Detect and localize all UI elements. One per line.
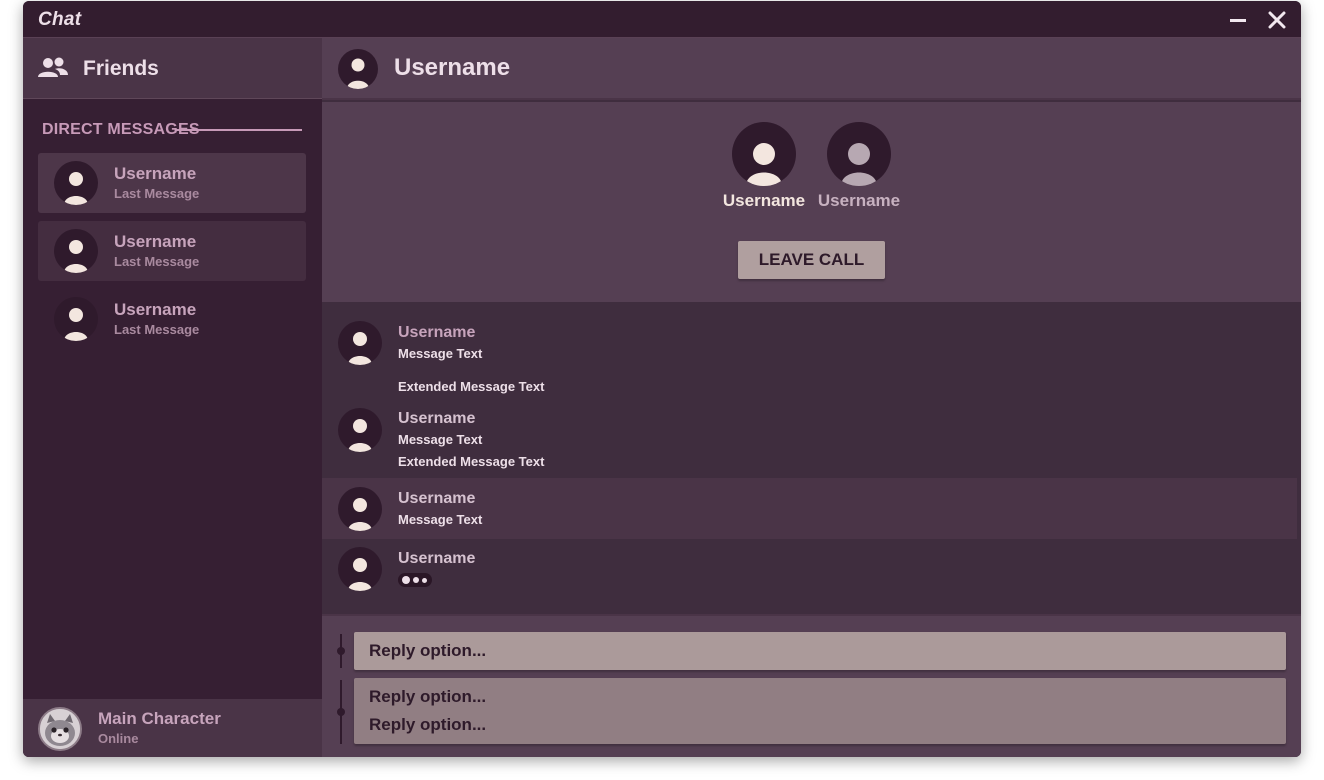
friends-button[interactable]: Friends xyxy=(23,38,322,99)
message-text: Extended Message Text xyxy=(398,454,545,469)
avatar xyxy=(54,161,98,205)
dm-item[interactable]: Username Last Message xyxy=(38,289,306,349)
user-icon xyxy=(64,308,88,341)
leave-call-button[interactable]: LEAVE CALL xyxy=(738,241,885,279)
message: Username Message Text xyxy=(322,478,1297,539)
reply-option-label: Reply option... xyxy=(369,641,487,660)
message-username: Username xyxy=(398,550,476,567)
reply-options-area: Reply option... Reply option... Reply op… xyxy=(322,614,1301,757)
avatar xyxy=(54,229,98,273)
avatar xyxy=(827,122,891,186)
user-icon xyxy=(348,558,372,591)
message-list[interactable]: Username Message Text Extended Message T… xyxy=(322,302,1301,614)
message-text: Message Text xyxy=(398,346,483,361)
chat-header-username: Username xyxy=(394,54,511,81)
user-icon xyxy=(841,143,877,186)
chat-window: Chat Friends DIRECT MESSAGES Username La… xyxy=(23,1,1301,757)
title-bar[interactable]: Chat xyxy=(23,1,1301,38)
call-participant[interactable]: Username xyxy=(719,122,809,222)
message-text: Message Text xyxy=(398,512,483,527)
call-participant-name: Username xyxy=(722,191,806,210)
dm-last-message: Last Message xyxy=(114,186,200,201)
reply-option-group[interactable]: Reply option... Reply option... xyxy=(354,678,1286,744)
typing-dot xyxy=(413,577,419,583)
message-username: Username xyxy=(398,410,476,427)
user-icon xyxy=(347,58,369,89)
typing-dot xyxy=(402,576,410,584)
message-text: Extended Message Text xyxy=(398,379,545,394)
message: Username Message Text Extended Message T… xyxy=(322,402,1301,478)
dm-username: Username xyxy=(114,232,197,251)
user-icon xyxy=(348,498,372,531)
user-icon xyxy=(348,332,372,365)
message: Username xyxy=(322,539,1301,599)
call-participant-name: Username xyxy=(817,191,901,210)
call-participant[interactable]: Username xyxy=(814,122,904,222)
user-icon xyxy=(64,240,88,273)
dm-last-message: Last Message xyxy=(114,322,200,337)
dm-last-message: Last Message xyxy=(114,254,200,269)
voice-call-panel: Username Username LEAVE CALL xyxy=(322,102,1301,302)
reply-option-label[interactable]: Reply option... xyxy=(369,687,486,707)
reply-dot xyxy=(337,647,345,655)
message-username: Username xyxy=(398,324,476,341)
avatar[interactable] xyxy=(338,408,382,452)
dm-item[interactable]: Username Last Message xyxy=(38,153,306,213)
message-text: Message Text xyxy=(398,432,483,447)
window-title: Chat xyxy=(38,9,82,30)
chat-header: Username xyxy=(322,38,1301,100)
reply-dot xyxy=(337,708,345,716)
dm-username: Username xyxy=(114,164,197,183)
minimize-icon[interactable] xyxy=(1228,9,1250,31)
avatar[interactable] xyxy=(338,49,378,89)
chat-panel: Username Username Username LEAVE CALL Us… xyxy=(322,38,1301,757)
current-user-status: Online xyxy=(98,731,139,746)
message: Username Message Text Extended Message T… xyxy=(322,316,1301,402)
friends-icon xyxy=(38,57,68,77)
avatar[interactable] xyxy=(338,321,382,365)
avatar[interactable] xyxy=(338,487,382,531)
user-icon xyxy=(64,172,88,205)
avatar xyxy=(54,297,98,341)
dm-username: Username xyxy=(114,300,197,319)
reply-option[interactable]: Reply option... xyxy=(354,632,1286,670)
current-user-name: Main Character xyxy=(98,709,221,728)
typing-indicator xyxy=(398,573,432,587)
message-username: Username xyxy=(398,490,476,507)
character-avatar xyxy=(38,707,82,751)
character-icon xyxy=(40,709,80,749)
avatar xyxy=(732,122,796,186)
dm-item[interactable]: Username Last Message xyxy=(38,221,306,281)
close-icon[interactable] xyxy=(1266,9,1288,31)
user-icon xyxy=(746,143,782,186)
avatar[interactable] xyxy=(338,547,382,591)
reply-option-label[interactable]: Reply option... xyxy=(369,715,486,735)
typing-dot xyxy=(422,578,427,583)
user-icon xyxy=(348,419,372,452)
heading-divider xyxy=(176,129,302,131)
friends-label: Friends xyxy=(83,57,159,80)
current-user-bar[interactable]: Main Character Online xyxy=(23,699,322,757)
sidebar: Friends DIRECT MESSAGES Username Last Me… xyxy=(23,38,322,757)
